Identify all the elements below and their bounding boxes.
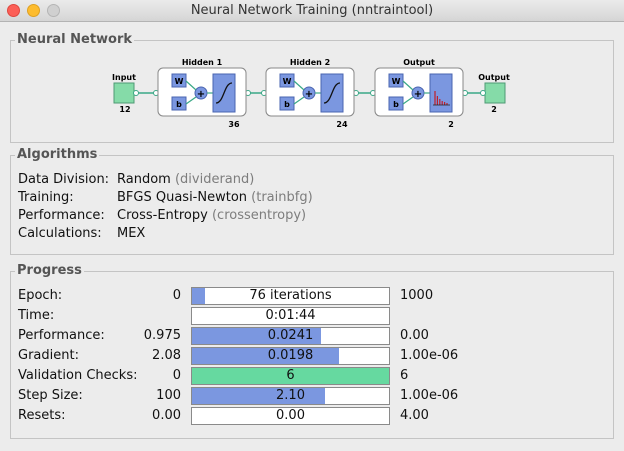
algorithm-value: Random (dividerand) [117, 171, 254, 189]
input-label: Input [112, 73, 136, 82]
layer-label: Hidden 2 [290, 58, 330, 67]
progress-max-value: 1000 [400, 288, 434, 303]
progress-min-value: 2.08 [152, 348, 181, 363]
progress-max-value: 4.00 [400, 408, 429, 423]
layer-size: 24 [336, 120, 348, 129]
layer-label: Output [403, 58, 435, 67]
weight-label: W [283, 77, 292, 86]
sum-plus-sign: + [414, 89, 422, 100]
window-title: Neural Network Training (nntraintool) [190, 3, 434, 18]
algorithm-function: (trainbfg) [251, 190, 313, 205]
bias-label: b [284, 100, 290, 109]
algorithm-name: Random [117, 172, 171, 187]
progress-bar-text: 6 [286, 368, 295, 383]
progress-bar-text: 0:01:44 [265, 308, 316, 323]
transfer-block [429, 73, 453, 113]
progress-label: Resets: [18, 408, 66, 423]
bias-label: b [393, 100, 399, 109]
algorithm-label: Calculations: [18, 226, 102, 241]
progress-min-value: 0.00 [152, 408, 181, 423]
algorithm-label: Data Division: [18, 172, 110, 187]
progress-label: Time: [18, 308, 55, 323]
layer-size: 2 [448, 120, 454, 129]
input-size: 12 [119, 105, 130, 114]
progress-bar-text: 0.0198 [267, 348, 314, 363]
progress-bar: 2.10 [191, 387, 390, 405]
layer-label: Hidden 1 [182, 58, 223, 67]
progress-max-value: 0.00 [400, 328, 429, 343]
algorithm-label: Training: [18, 190, 74, 205]
progress-bar-text: 2.10 [276, 388, 305, 403]
progress-label: Performance: [18, 328, 105, 343]
algorithm-value: MEX [117, 225, 145, 243]
progress-min-value: 100 [156, 388, 181, 403]
progress-bar-text: 0.0241 [267, 328, 314, 343]
algorithm-function: (dividerand) [174, 172, 255, 187]
algorithm-function: (crossentropy) [211, 208, 307, 223]
algorithm-name: BFGS Quasi-Newton [117, 190, 248, 205]
algorithm-value: Cross-Entropy (crossentropy) [117, 207, 306, 225]
progress-max-value: 1.00e-06 [400, 348, 459, 363]
progress-label: Step Size: [18, 388, 83, 403]
progress-max-value: 1.00e-06 [400, 388, 459, 403]
progress-max-value: 6 [400, 368, 409, 383]
progress-legend: Progress [15, 263, 84, 279]
neural-network-panel: Neural Network Input 12 Output 2 Hidden 1 Wb +… [10, 32, 614, 143]
layer-block: Hidden 2 Wb +24 [265, 58, 355, 129]
algorithm-name: Cross-Entropy [117, 208, 208, 223]
layer-size: 36 [228, 120, 240, 129]
sum-plus-sign: + [197, 89, 205, 100]
bias-label: b [176, 100, 182, 109]
weight-label: W [175, 77, 184, 86]
algorithms-legend: Algorithms [15, 147, 100, 163]
progress-min-value: 0 [172, 288, 181, 303]
progress-bar: 0.0241 [191, 327, 390, 345]
progress-min-value: 0 [172, 368, 181, 383]
output-size: 2 [491, 105, 497, 114]
network-diagram: Input 12 Output 2 Hidden 1 Wb +36 Hidden 2 Wb +24… [112, 58, 510, 129]
connector-node [133, 90, 139, 96]
progress-bar-text: 0.00 [276, 408, 305, 423]
sum-plus-sign: + [305, 89, 313, 100]
output-label: Output [478, 73, 510, 82]
title-bar: Neural Network Training (nntraintool) [0, 0, 624, 22]
progress-bar: 6 [191, 367, 390, 385]
progress-bar: 0:01:44 [191, 307, 390, 325]
progress-min-value: 0.975 [143, 328, 181, 343]
layer-block: Hidden 1 Wb +36 [157, 58, 247, 129]
progress-label: Gradient: [18, 348, 79, 363]
progress-bar-text: 76 iterations [249, 288, 332, 303]
progress-label: Epoch: [18, 288, 63, 303]
weight-label: W [392, 77, 401, 86]
output-box [484, 82, 506, 104]
connector-node [480, 90, 486, 96]
input-box [113, 82, 135, 104]
progress-min-value [101, 307, 181, 325]
algorithm-value: BFGS Quasi-Newton (trainbfg) [117, 189, 313, 207]
layer-block: Output Wb +2 [374, 58, 464, 129]
algorithm-name: MEX [117, 226, 146, 241]
progress-bar: 76 iterations [191, 287, 390, 305]
progress-bar: 0.0198 [191, 347, 390, 365]
algorithm-label: Performance: [18, 208, 105, 223]
progress-bar: 0.00 [191, 407, 390, 425]
